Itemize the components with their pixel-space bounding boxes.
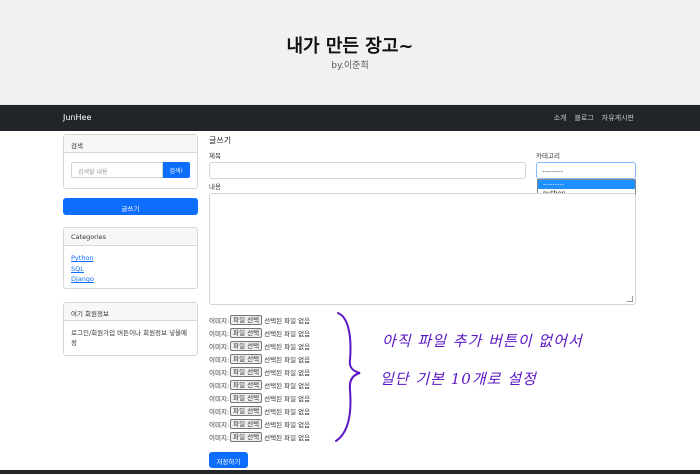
file-label: 이미지: bbox=[209, 394, 230, 403]
form-heading: 글쓰기 bbox=[209, 136, 232, 145]
file-upload-row: 이미지: 파일 선택 선택된 파일 없음 bbox=[209, 404, 310, 417]
file-label: 이미지: bbox=[209, 433, 230, 442]
title-label: 제목 bbox=[209, 152, 221, 160]
file-upload-row: 이미지: 파일 선택 선택된 파일 없음 bbox=[209, 391, 310, 404]
annotation-line-2: 일단 기본 10개로 설정 bbox=[380, 370, 537, 388]
search-input[interactable]: 검색할 내용 bbox=[71, 162, 163, 178]
file-label: 이미지: bbox=[209, 368, 230, 377]
file-choose-button[interactable]: 파일 선택 bbox=[230, 418, 263, 429]
navbar: JunHee 소개 블로그 자유게시판 bbox=[0, 105, 700, 131]
file-choose-button[interactable]: 파일 선택 bbox=[230, 327, 263, 338]
content-label: 내용 bbox=[209, 183, 221, 191]
file-label: 이미지: bbox=[209, 342, 230, 351]
write-post-button[interactable]: 글쓰기 bbox=[63, 198, 198, 215]
file-label: 이미지: bbox=[209, 316, 230, 325]
search-card-title: 검색 bbox=[64, 135, 197, 153]
file-choose-button[interactable]: 파일 선택 bbox=[230, 314, 263, 325]
search-button[interactable]: 검색! bbox=[162, 162, 190, 178]
member-card-body: 로그인/회원가입 버튼이나 회원정보 넣을예정 bbox=[71, 329, 188, 347]
file-upload-list: 이미지: 파일 선택 선택된 파일 없음 이미지: 파일 선택 선택된 파일 없음 이미… bbox=[209, 313, 310, 443]
file-label: 이미지: bbox=[209, 355, 230, 364]
file-choose-button[interactable]: 파일 선택 bbox=[230, 366, 263, 377]
file-status: 선택된 파일 없음 bbox=[264, 316, 311, 325]
file-upload-row: 이미지: 파일 선택 선택된 파일 없음 bbox=[209, 430, 310, 443]
file-choose-button[interactable]: 파일 선택 bbox=[230, 405, 263, 416]
footer-bar bbox=[0, 470, 700, 474]
file-choose-button[interactable]: 파일 선택 bbox=[230, 431, 263, 442]
search-card: 검색 검색할 내용 검색! bbox=[63, 134, 198, 189]
categories-title: Categories bbox=[64, 228, 197, 246]
content-textarea[interactable] bbox=[209, 193, 636, 305]
save-button[interactable]: 저장하기 bbox=[209, 452, 248, 468]
annotation-line-1: 아직 파일 추가 버튼이 없어서 bbox=[382, 332, 583, 350]
file-status: 선택된 파일 없음 bbox=[264, 342, 311, 351]
navbar-brand[interactable]: JunHee bbox=[63, 113, 91, 122]
file-status: 선택된 파일 없음 bbox=[264, 407, 311, 416]
file-status: 선택된 파일 없음 bbox=[264, 368, 311, 377]
site-subtitle: by.이준희 bbox=[331, 61, 369, 71]
file-choose-button[interactable]: 파일 선택 bbox=[230, 392, 263, 403]
file-choose-button[interactable]: 파일 선택 bbox=[230, 379, 263, 390]
categories-card: Categories Python SQL Django bbox=[63, 227, 198, 289]
file-label: 이미지: bbox=[209, 381, 230, 390]
nav-link-intro[interactable]: 소개 bbox=[554, 113, 567, 123]
category-link-sql[interactable]: SQL bbox=[71, 264, 190, 275]
file-upload-row: 이미지: 파일 선택 선택된 파일 없음 bbox=[209, 378, 310, 391]
file-status: 선택된 파일 없음 bbox=[264, 329, 311, 338]
category-select[interactable]: --------- bbox=[536, 162, 636, 179]
file-upload-row: 이미지: 파일 선택 선택된 파일 없음 bbox=[209, 417, 310, 430]
title-input[interactable] bbox=[209, 162, 526, 179]
resize-handle-icon[interactable] bbox=[627, 296, 633, 302]
navbar-links: 소개 블로그 자유게시판 bbox=[554, 113, 634, 123]
file-status: 선택된 파일 없음 bbox=[264, 381, 311, 390]
category-link-django[interactable]: Django bbox=[71, 274, 190, 285]
header-banner: 내가 만든 장고~ by.이준희 bbox=[0, 0, 700, 105]
category-label: 카테고리 bbox=[536, 152, 560, 160]
file-upload-row: 이미지: 파일 선택 선택된 파일 없음 bbox=[209, 313, 310, 326]
page: 내가 만든 장고~ by.이준희 JunHee 소개 블로그 자유게시판 검색 … bbox=[0, 0, 700, 474]
file-upload-row: 이미지: 파일 선택 선택된 파일 없음 bbox=[209, 339, 310, 352]
file-upload-row: 이미지: 파일 선택 선택된 파일 없음 bbox=[209, 352, 310, 365]
file-label: 이미지: bbox=[209, 329, 230, 338]
file-status: 선택된 파일 없음 bbox=[264, 420, 311, 429]
file-label: 이미지: bbox=[209, 407, 230, 416]
file-upload-row: 이미지: 파일 선택 선택된 파일 없음 bbox=[209, 326, 310, 339]
category-option[interactable]: --------- bbox=[538, 180, 635, 189]
member-card: 여기 회원정보 로그인/회원가입 버튼이나 회원정보 넣을예정 bbox=[63, 302, 198, 356]
file-choose-button[interactable]: 파일 선택 bbox=[230, 353, 263, 364]
nav-link-blog[interactable]: 블로그 bbox=[574, 113, 593, 123]
category-link-python[interactable]: Python bbox=[71, 253, 190, 264]
file-status: 선택된 파일 없음 bbox=[264, 355, 311, 364]
annotation-brace bbox=[335, 312, 361, 442]
site-title: 내가 만든 장고~ bbox=[286, 36, 414, 57]
file-status: 선택된 파일 없음 bbox=[264, 433, 311, 442]
file-status: 선택된 파일 없음 bbox=[264, 394, 311, 403]
file-choose-button[interactable]: 파일 선택 bbox=[230, 340, 263, 351]
member-card-title: 여기 회원정보 bbox=[64, 303, 197, 321]
file-upload-row: 이미지: 파일 선택 선택된 파일 없음 bbox=[209, 365, 310, 378]
nav-link-board[interactable]: 자유게시판 bbox=[602, 113, 634, 123]
file-label: 이미지: bbox=[209, 420, 230, 429]
